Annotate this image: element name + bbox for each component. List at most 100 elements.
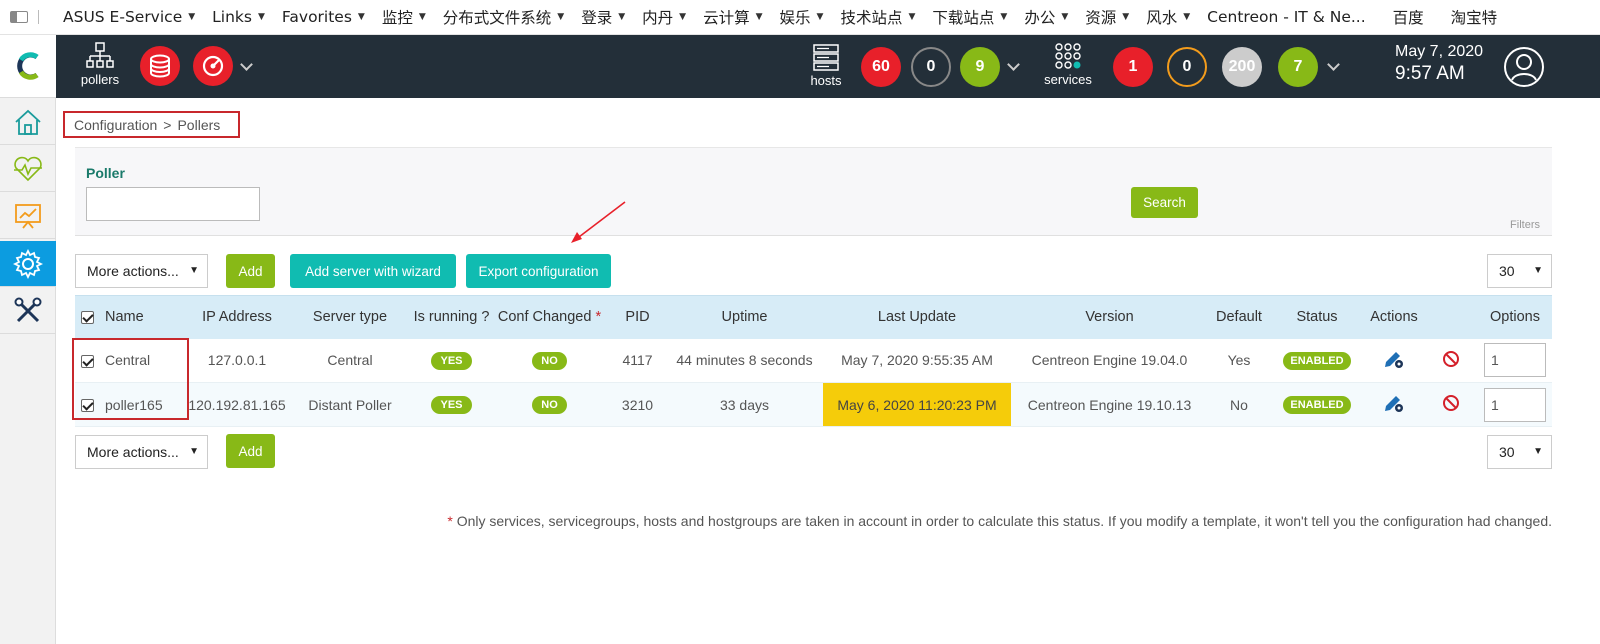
- col-server-type[interactable]: Server type: [287, 295, 413, 339]
- chevron-down-icon[interactable]: [1327, 58, 1340, 71]
- col-default[interactable]: Default: [1208, 295, 1270, 339]
- col-version[interactable]: Version: [1011, 295, 1208, 339]
- caret-down-icon: ▼: [188, 12, 196, 22]
- more-actions-select[interactable]: More actions... ▼: [75, 254, 208, 288]
- gauge-icon: [202, 55, 224, 77]
- poller-version: Centreon Engine 19.04.0: [1011, 338, 1208, 383]
- bookmark-office[interactable]: 办公 ▼: [1017, 6, 1078, 28]
- user-avatar[interactable]: [1503, 46, 1545, 91]
- is-running-cell: YES: [413, 382, 490, 427]
- hosts-menu[interactable]: hosts: [808, 43, 844, 88]
- hosts-up-count[interactable]: 9: [960, 47, 1000, 87]
- sidebar-monitoring[interactable]: [0, 146, 56, 192]
- col-is-running[interactable]: Is running ?: [413, 295, 490, 339]
- delete-icon[interactable]: [1442, 350, 1460, 368]
- table-row: Central 127.0.0.1 Central YES NO 4117 44…: [75, 338, 1552, 383]
- poller-name[interactable]: Central: [99, 338, 187, 383]
- breadcrumb-configuration[interactable]: Configuration: [74, 117, 157, 133]
- poller-filter-label: Poller: [86, 165, 125, 181]
- add-button-bottom[interactable]: Add: [226, 434, 275, 468]
- select-all-checkbox[interactable]: [80, 310, 94, 324]
- dropdown-arrow-icon: ▼: [1533, 265, 1543, 276]
- delete-icon[interactable]: [1442, 394, 1460, 412]
- bookmark-cloud[interactable]: 云计算 ▼: [696, 6, 772, 28]
- latency-status-icon[interactable]: [193, 46, 233, 86]
- services-ok-count[interactable]: 7: [1278, 47, 1318, 87]
- col-ip-address[interactable]: IP Address: [187, 295, 287, 339]
- page-size-select[interactable]: 30 ▼: [1487, 254, 1552, 288]
- add-button[interactable]: Add: [226, 254, 275, 288]
- bookmark-links[interactable]: Links ▼: [205, 8, 275, 26]
- divider: [38, 10, 39, 24]
- poller-name[interactable]: poller165: [99, 382, 187, 427]
- bookmark-resources[interactable]: 资源 ▼: [1078, 6, 1139, 28]
- poller-pid: 4117: [609, 338, 666, 383]
- bookmark-favorites[interactable]: Favorites ▼: [275, 8, 375, 26]
- services-menu[interactable]: services: [1040, 41, 1096, 87]
- col-actions: Actions: [1364, 295, 1424, 339]
- bookmark-centreon[interactable]: Centreon - IT & Ne...: [1200, 8, 1385, 26]
- delete-cell: [1424, 338, 1478, 383]
- bookmark-dfs[interactable]: 分布式文件系统 ▼: [436, 6, 574, 28]
- clock: May 7, 2020 9:57 AM: [1395, 43, 1483, 85]
- edit-settings-icon[interactable]: [1382, 348, 1406, 370]
- services-warning-count[interactable]: 0: [1167, 47, 1207, 87]
- col-status[interactable]: Status: [1270, 295, 1364, 339]
- sidebar-home[interactable]: [0, 99, 56, 145]
- centreon-logo[interactable]: [0, 35, 56, 98]
- database-status-icon[interactable]: [140, 46, 180, 86]
- poller-ip: 127.0.0.1: [187, 338, 287, 383]
- gear-icon: [13, 248, 43, 279]
- bookmark-neidan[interactable]: 内丹 ▼: [635, 6, 696, 28]
- edit-settings-icon[interactable]: [1382, 392, 1406, 414]
- chevron-down-icon[interactable]: [1007, 58, 1020, 71]
- hosts-unreachable-count[interactable]: 0: [911, 47, 951, 87]
- bookmark-download-sites[interactable]: 下载站点 ▼: [925, 6, 1017, 28]
- breadcrumb-pollers[interactable]: Pollers: [177, 117, 220, 133]
- search-button[interactable]: Search: [1131, 187, 1198, 218]
- conf-changed-badge: NO: [532, 396, 567, 414]
- conf-changed-cell: NO: [490, 382, 609, 427]
- more-actions-select-bottom[interactable]: More actions... ▼: [75, 435, 208, 469]
- dropdown-arrow-icon: ▼: [189, 446, 199, 457]
- col-uptime[interactable]: Uptime: [666, 295, 823, 339]
- row-checkbox[interactable]: [80, 355, 94, 369]
- sidebar-reporting[interactable]: [0, 193, 56, 239]
- dropdown-arrow-icon: ▼: [189, 265, 199, 276]
- page-size-select-bottom[interactable]: 30 ▼: [1487, 435, 1552, 469]
- bookmark-baidu[interactable]: 百度: [1386, 6, 1444, 28]
- col-last-update[interactable]: Last Update: [823, 295, 1011, 339]
- bookmark-fengshui[interactable]: 风水 ▼: [1139, 6, 1200, 28]
- services-critical-count[interactable]: 1: [1113, 47, 1153, 87]
- sidebar-administration[interactable]: [0, 288, 56, 334]
- bookmark-monitor[interactable]: 监控 ▼: [375, 6, 436, 28]
- add-server-wizard-button[interactable]: Add server with wizard: [290, 254, 456, 288]
- services-grid-icon: [1055, 43, 1081, 69]
- chevron-down-icon[interactable]: [240, 58, 253, 71]
- bookmark-login[interactable]: 登录 ▼: [574, 6, 635, 28]
- services-unknown-count[interactable]: 200: [1222, 47, 1262, 87]
- poller-server-type: Distant Poller: [287, 382, 413, 427]
- poller-version: Centreon Engine 19.10.13: [1011, 382, 1208, 427]
- col-name[interactable]: Name: [99, 295, 187, 339]
- duplicate-count-input[interactable]: 1: [1484, 343, 1546, 378]
- col-conf-changed[interactable]: Conf Changed *: [490, 295, 609, 339]
- bookmark-entertainment[interactable]: 娱乐 ▼: [773, 6, 834, 28]
- export-configuration-button[interactable]: Export configuration: [466, 254, 611, 288]
- duplicate-count-input[interactable]: 1: [1484, 387, 1546, 422]
- bookmark-taobao[interactable]: 淘宝特: [1444, 6, 1518, 28]
- current-date: May 7, 2020: [1395, 43, 1484, 60]
- caret-down-icon: ▼: [1061, 12, 1069, 22]
- actions-cell: [1364, 338, 1424, 383]
- poller-pid: 3210: [609, 382, 666, 427]
- row-checkbox[interactable]: [80, 399, 94, 413]
- sidebar-configuration[interactable]: [0, 241, 56, 287]
- bookmark-asus[interactable]: ASUS E-Service ▼: [56, 8, 205, 26]
- pollers-menu[interactable]: pollers: [78, 41, 122, 87]
- hosts-down-count[interactable]: 60: [861, 47, 901, 87]
- sidebar-toggle-icon[interactable]: [10, 11, 28, 23]
- col-pid[interactable]: PID: [609, 295, 666, 339]
- bookmark-tech-sites[interactable]: 技术站点 ▼: [833, 6, 925, 28]
- poller-search-input[interactable]: [86, 187, 260, 221]
- option-cell: 1: [1478, 382, 1552, 427]
